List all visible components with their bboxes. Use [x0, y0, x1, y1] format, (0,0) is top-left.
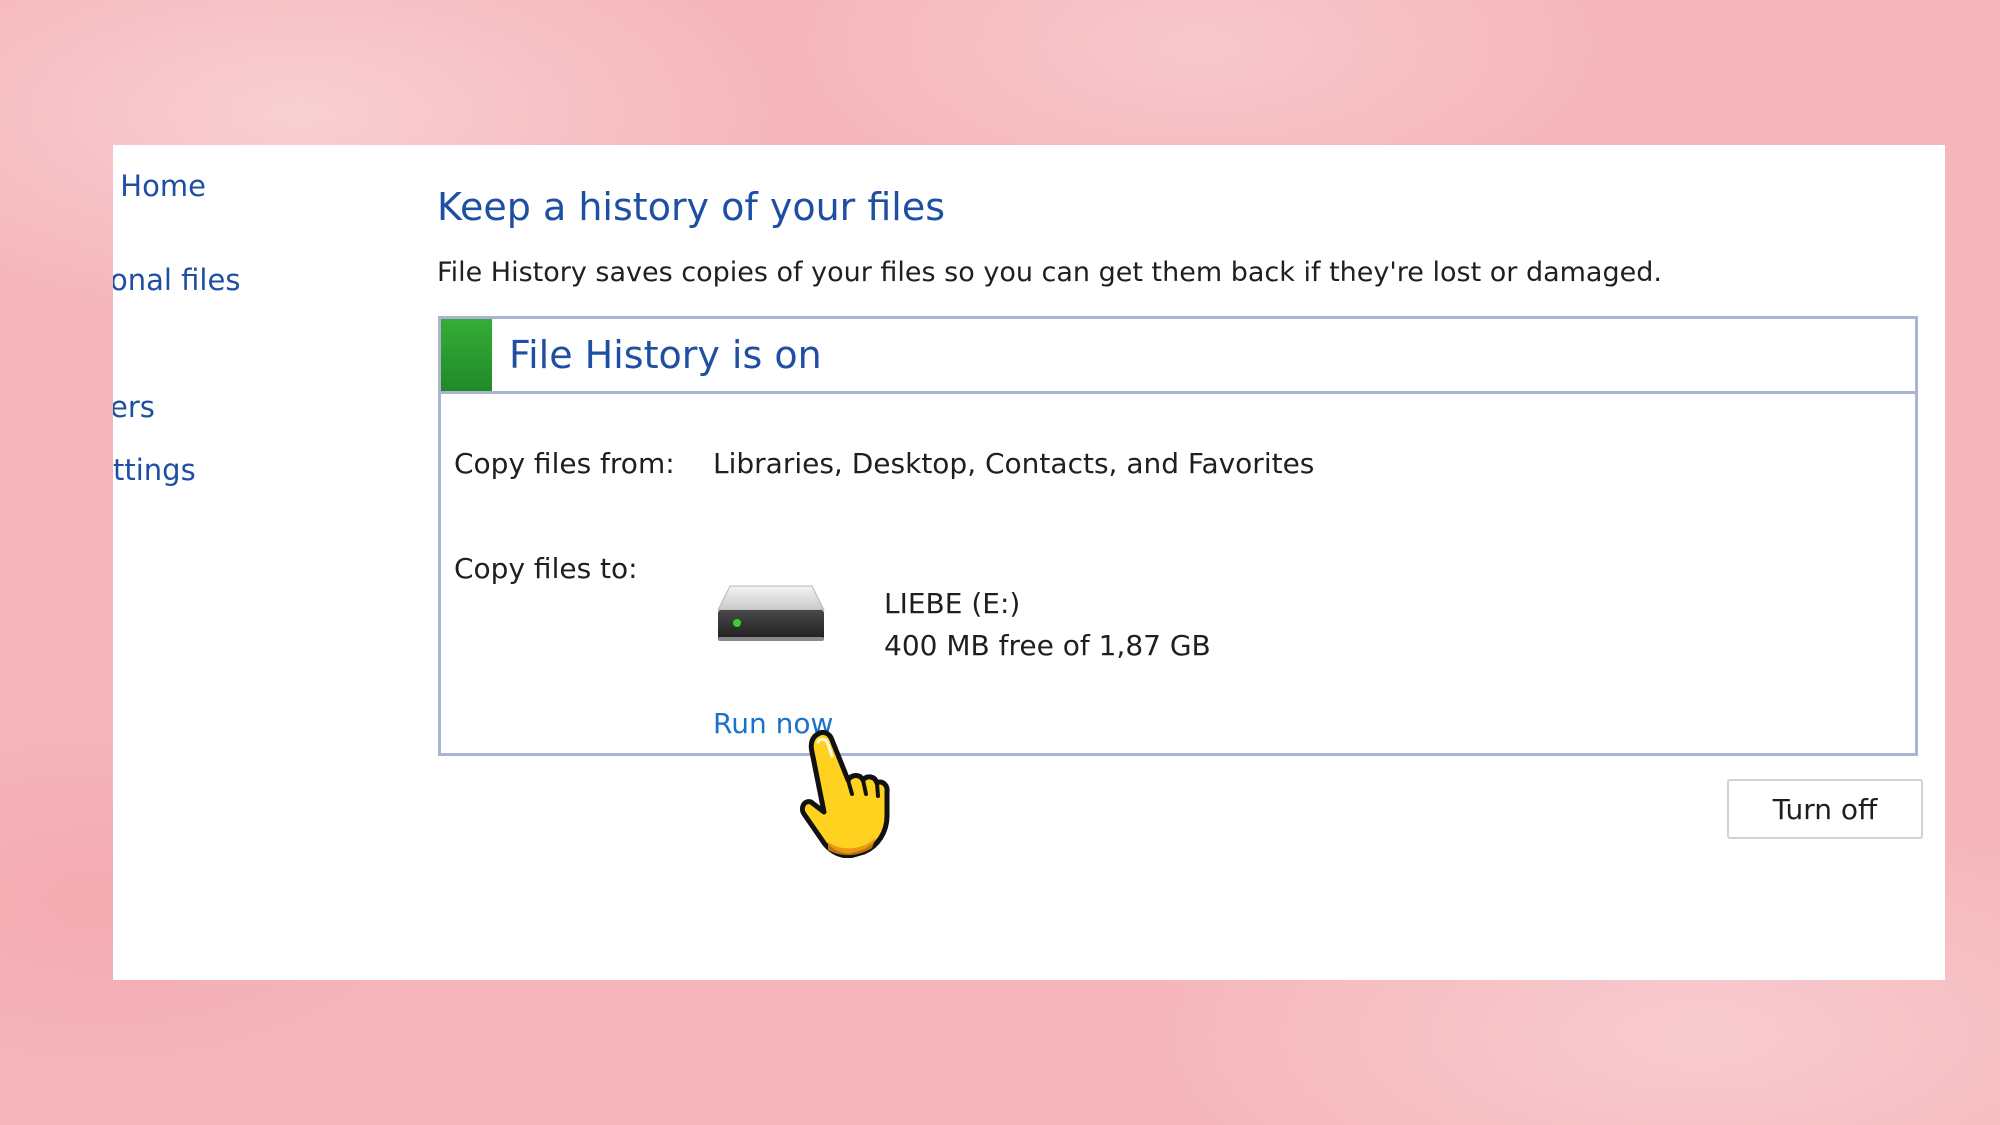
sidebar-item-exclude-folders[interactable]: ers	[113, 390, 155, 424]
drive-name: LIEBE (E:)	[884, 587, 1021, 620]
turn-off-button[interactable]: Turn off	[1727, 779, 1923, 839]
page-description: File History saves copies of your files …	[437, 257, 1662, 288]
copy-from-label: Copy files from:	[454, 447, 675, 480]
copy-from-value: Libraries, Desktop, Contacts, and Favori…	[713, 447, 1315, 480]
file-history-window: l Home onal files ers ttings Keep a hist…	[113, 145, 1945, 980]
sidebar-item-restore-personal-files[interactable]: onal files	[113, 263, 240, 297]
sidebar-item-advanced-settings[interactable]: ttings	[113, 453, 196, 487]
file-history-status-panel: File History is on Copy files from: Libr…	[438, 316, 1918, 756]
pointing-hand-cursor-icon	[799, 729, 890, 858]
status-text: File History is on	[509, 333, 822, 377]
status-header: File History is on	[441, 319, 1915, 394]
copy-to-label: Copy files to:	[454, 552, 638, 585]
hard-drive-icon	[717, 585, 825, 641]
drive-free-space: 400 MB free of 1,87 GB	[884, 629, 1211, 662]
page-title: Keep a history of your files	[437, 185, 946, 229]
status-indicator	[441, 319, 492, 391]
sidebar-item-control-panel-home[interactable]: l Home	[113, 169, 206, 203]
